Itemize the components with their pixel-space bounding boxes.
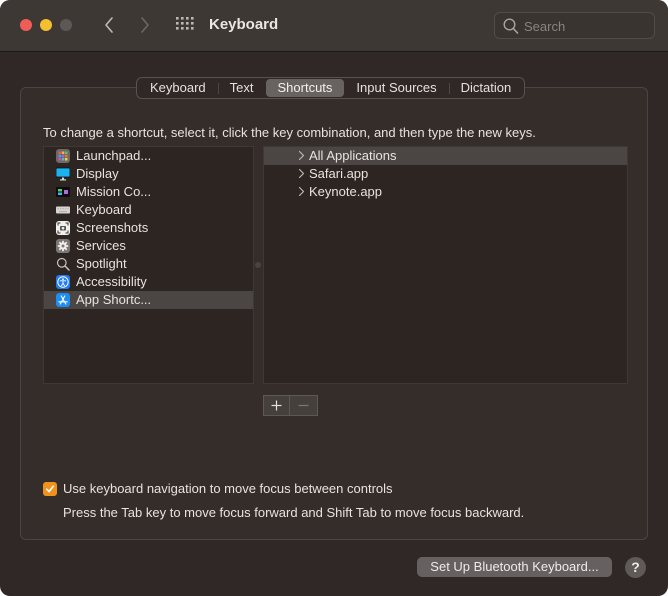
keyboard-navigation-label[interactable]: Use keyboard navigation to move focus be…	[63, 481, 393, 496]
tab-input-sources[interactable]: Input Sources	[344, 79, 448, 97]
remove-shortcut-button[interactable]	[290, 396, 316, 415]
category-label: Spotlight	[76, 256, 127, 271]
category-item-accessibility[interactable]: Accessibility	[44, 273, 253, 291]
app-store-icon	[56, 293, 70, 307]
shortcut-group-safari[interactable]: Safari.app	[264, 165, 627, 183]
category-list[interactable]: Launchpad... Display Mission Co... Keybo…	[43, 146, 254, 384]
category-label: App Shortc...	[76, 292, 152, 307]
forward-button[interactable]	[135, 14, 155, 36]
accessibility-icon	[56, 275, 70, 289]
category-label: Launchpad...	[76, 148, 152, 163]
gear-icon	[56, 239, 70, 253]
shortcut-group-label: Safari.app	[309, 166, 369, 181]
plus-icon	[271, 400, 282, 411]
checkmark-icon	[45, 485, 55, 493]
disclosure-chevron-icon[interactable]	[298, 186, 305, 197]
chevron-left-icon	[105, 17, 113, 33]
search-icon	[56, 257, 70, 271]
show-all-button[interactable]	[176, 17, 194, 33]
instructions-text: To change a shortcut, select it, click t…	[43, 125, 536, 140]
category-label: Services	[76, 238, 126, 253]
tab-keyboard[interactable]: Keyboard	[138, 79, 218, 97]
shortcut-group-label: All Applications	[309, 148, 397, 163]
keyboard-icon	[56, 206, 70, 214]
minus-icon	[298, 404, 308, 407]
chevron-right-icon	[141, 17, 149, 33]
help-button[interactable]: ?	[625, 557, 646, 578]
zoom-window-button[interactable]	[60, 19, 72, 31]
keyboard-navigation-hint: Press the Tab key to move focus forward …	[63, 505, 525, 520]
search-field[interactable]	[494, 12, 655, 39]
category-label: Display	[76, 166, 119, 181]
search-icon	[503, 18, 519, 34]
tab-text[interactable]: Text	[217, 79, 266, 97]
category-item-app-shortcuts[interactable]: App Shortc...	[44, 291, 253, 309]
category-item-launchpad[interactable]: Launchpad...	[44, 147, 253, 165]
category-item-display[interactable]: Display	[44, 165, 253, 183]
add-remove-control	[263, 395, 318, 416]
category-item-screenshots[interactable]: Screenshots	[44, 219, 253, 237]
display-icon	[56, 167, 70, 181]
keyboard-preferences-window: Keyboard Keyboard Text Shortcuts Input S…	[0, 0, 668, 596]
setup-bluetooth-keyboard-button[interactable]: Set Up Bluetooth Keyboard...	[417, 557, 612, 577]
window-title: Keyboard	[209, 16, 279, 33]
disclosure-chevron-icon[interactable]	[298, 150, 305, 161]
screenshot-icon	[56, 221, 70, 235]
disclosure-chevron-icon[interactable]	[298, 168, 305, 179]
tab-shortcuts[interactable]: Shortcuts	[265, 79, 345, 97]
shortcut-group-all-applications[interactable]: All Applications	[264, 147, 627, 165]
shortcut-group-label: Keynote.app	[309, 184, 383, 199]
category-item-mission-control[interactable]: Mission Co...	[44, 183, 253, 201]
category-label: Accessibility	[76, 274, 147, 289]
shortcut-group-keynote[interactable]: Keynote.app	[264, 183, 627, 201]
tab-bar: Keyboard Text Shortcuts Input Sources Di…	[136, 77, 526, 99]
minimize-window-button[interactable]	[40, 19, 52, 31]
category-item-services[interactable]: Services	[44, 237, 253, 255]
shortcut-list[interactable]: All Applications Safari.app Keynote.app	[263, 146, 628, 384]
category-label: Keyboard	[76, 202, 132, 217]
keyboard-navigation-checkbox[interactable]	[43, 482, 57, 496]
category-item-keyboard[interactable]: Keyboard	[44, 201, 253, 219]
back-button[interactable]	[99, 14, 119, 36]
tab-dictation[interactable]: Dictation	[448, 79, 524, 97]
split-view-divider-handle[interactable]	[255, 262, 261, 268]
search-input[interactable]	[524, 17, 649, 35]
add-shortcut-button[interactable]	[264, 396, 290, 415]
category-label: Mission Co...	[76, 184, 152, 199]
category-label: Screenshots	[76, 220, 149, 235]
grid-icon	[176, 17, 194, 30]
category-item-spotlight[interactable]: Spotlight	[44, 255, 253, 273]
launchpad-icon	[56, 149, 70, 163]
close-window-button[interactable]	[20, 19, 32, 31]
title-bar: Keyboard	[0, 0, 668, 52]
mission-control-icon	[56, 187, 70, 197]
